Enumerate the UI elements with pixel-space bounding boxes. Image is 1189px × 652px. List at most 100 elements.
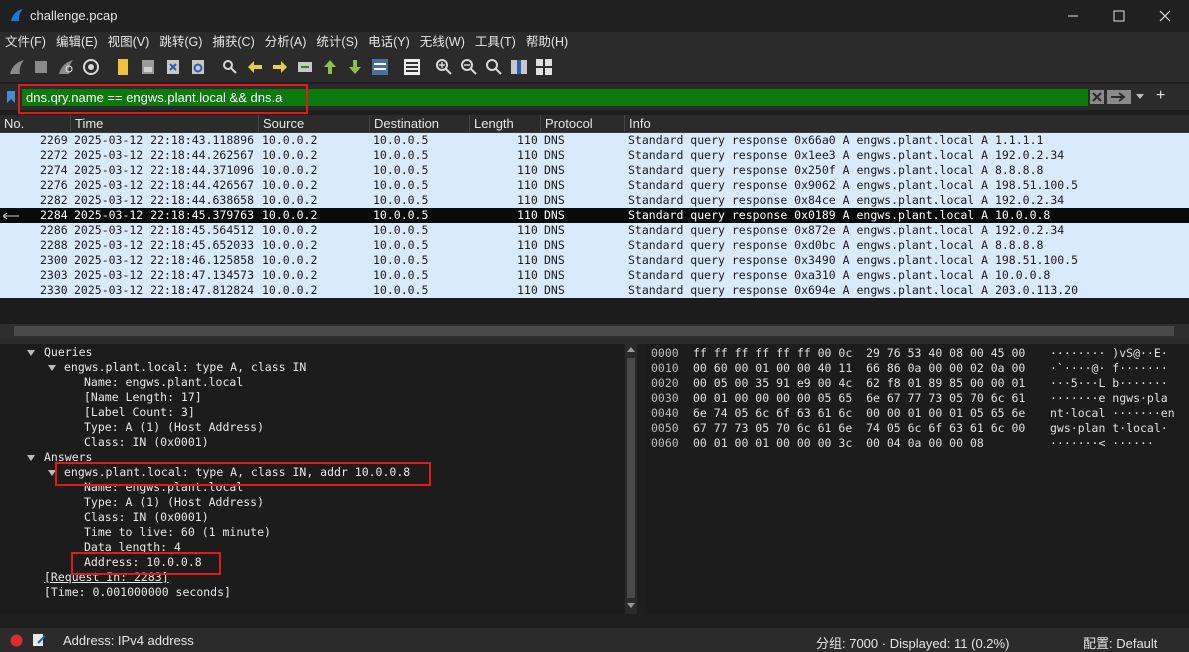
packet-row[interactable]: 2276 2025-03-12 22:18:44.426567 10.0.0.2 10… [0,178,1189,193]
cell-info: Standard query response 0x9062 A engws.p… [628,178,1079,192]
packet-row[interactable]: 2288 2025-03-12 22:18:45.652033 10.0.0.2 10… [0,238,1189,253]
hex-ascii[interactable]: ···5···L b······· [1050,376,1168,390]
start-capture-icon[interactable] [8,58,26,76]
tree-a-type[interactable]: Type: A (1) (Host Address) [84,495,264,509]
save-file-icon[interactable] [139,58,157,76]
colorize-icon[interactable] [403,58,421,76]
zoom-in-icon[interactable] [435,58,453,76]
packet-row[interactable]: 2269 2025-03-12 22:18:43.118896 10.0.0.2 10… [0,133,1189,148]
cell-time: 2025-03-12 22:18:45.652033 [74,238,255,252]
hex-bytes[interactable]: 00 05 00 35 91 e9 00 4c 62 f8 01 89 85 0… [693,376,1025,390]
stop-capture-icon[interactable] [32,58,50,76]
packet-row[interactable]: 2330 2025-03-12 22:18:47.812824 10.0.0.2 10… [0,283,1189,298]
tree-time[interactable]: [Time: 0.001000000 seconds] [44,585,231,599]
col-info[interactable]: Info [624,115,1189,132]
menu-view[interactable]: 视图(V) [103,32,155,52]
close-button[interactable] [1142,0,1188,32]
hex-ascii[interactable]: ········ )vS@··E· [1050,346,1168,360]
scroll-down-icon[interactable] [627,603,635,609]
hex-bytes[interactable]: 00 01 00 00 00 00 05 65 6e 67 77 73 05 7… [693,391,1025,405]
packet-row[interactable]: 2282 2025-03-12 22:18:44.638658 10.0.0.2 10… [0,193,1189,208]
filter-history-dropdown-icon[interactable] [1136,94,1144,100]
hex-ascii[interactable]: nt·local ·······en [1050,406,1175,420]
menu-edit[interactable]: 编辑(E) [51,32,103,52]
collapse-arrow-icon[interactable] [27,350,35,356]
go-back-icon[interactable] [246,58,264,76]
status-profile[interactable]: 配置: Default [1083,633,1157,652]
menu-statistics[interactable]: 统计(S) [311,32,363,52]
hex-bytes[interactable]: 00 60 00 01 00 00 40 11 66 86 0a 00 00 0… [693,361,1025,375]
apply-filter-icon[interactable] [1107,90,1131,104]
scroll-up-icon[interactable] [627,347,635,353]
menu-tools[interactable]: 工具(T) [470,32,521,52]
open-file-icon[interactable] [114,58,132,76]
menu-capture[interactable]: 捕获(C) [207,32,259,52]
packet-row[interactable]: 2300 2025-03-12 22:18:46.125858 10.0.0.2 10… [0,253,1189,268]
col-source[interactable]: Source [258,115,369,132]
tree-q-name[interactable]: Name: engws.plant.local [84,375,243,389]
edit-comment-icon[interactable] [32,633,46,647]
menu-telephony[interactable]: 电话(Y) [363,32,415,52]
packet-row[interactable]: 2274 2025-03-12 22:18:44.371096 10.0.0.2 10… [0,163,1189,178]
collapse-arrow-icon[interactable] [27,455,35,461]
last-packet-icon[interactable] [346,58,364,76]
hex-ascii[interactable]: gws·plan t·local· [1050,421,1168,435]
tree-a-class[interactable]: Class: IN (0x0001) [84,510,209,524]
reload-file-icon[interactable] [189,58,207,76]
tree-a-ttl[interactable]: Time to live: 60 (1 minute) [84,525,271,539]
minimize-button[interactable] [1050,0,1096,32]
maximize-button[interactable] [1096,0,1142,32]
packet-row[interactable]: 2286 2025-03-12 22:18:45.564512 10.0.0.2 10… [0,223,1189,238]
packet-row[interactable]: 2272 2025-03-12 22:18:44.262567 10.0.0.2 10… [0,148,1189,163]
first-packet-icon[interactable] [321,58,339,76]
menu-help[interactable]: 帮助(H) [521,32,573,52]
cell-source: 10.0.0.2 [262,253,318,267]
find-packet-icon[interactable] [221,58,239,76]
tree-q-class[interactable]: Class: IN (0x0001) [84,435,209,449]
hex-bytes[interactable]: 67 77 73 05 70 6c 61 6e 74 05 6c 6f 63 6… [693,421,1025,435]
zoom-normal-icon[interactable] [485,58,503,76]
col-length[interactable]: Length [469,115,540,132]
collapse-arrow-icon[interactable] [48,365,56,371]
menu-wireless[interactable]: 无线(W) [415,32,470,52]
packet-row-selected[interactable]: 2284 2025-03-12 22:18:45.379763 10.0.0.2 10… [0,208,1189,223]
maximize-icon [1113,10,1125,22]
clear-filter-icon[interactable] [1090,90,1104,104]
tree-q-name-length[interactable]: [Name Length: 17] [84,390,202,404]
menu-go[interactable]: 跳转(G) [154,32,207,52]
tree-q-type[interactable]: Type: A (1) (Host Address) [84,420,264,434]
zoom-out-icon[interactable] [460,58,478,76]
menu-file[interactable]: 文件(F) [0,32,51,52]
col-time[interactable]: Time [70,115,258,132]
cell-time: 2025-03-12 22:18:46.125858 [74,253,255,267]
packet-row[interactable]: 2303 2025-03-12 22:18:47.134573 10.0.0.2 10… [0,268,1189,283]
expert-info-icon[interactable] [10,634,23,647]
hex-bytes[interactable]: 6e 74 05 6c 6f 63 61 6c 00 00 01 00 01 0… [693,406,1025,420]
auto-scroll-icon[interactable] [371,58,389,76]
hex-ascii[interactable]: ·······e ngws·pla [1050,391,1168,405]
col-no[interactable]: No. [0,115,70,132]
hex-bytes[interactable]: 00 01 00 01 00 00 00 3c 00 04 0a 00 00 0… [693,436,984,450]
hex-bytes[interactable]: ff ff ff ff ff ff 00 0c 29 76 53 40 08 0… [693,346,1025,360]
go-forward-icon[interactable] [271,58,289,76]
capture-options-icon[interactable] [82,58,100,76]
details-vscrollbar[interactable] [625,344,637,614]
tree-q-label-count[interactable]: [Label Count: 3] [84,405,195,419]
hex-ascii[interactable]: ·`····@· f······· [1050,361,1168,375]
hex-ascii[interactable]: ·······< ······ [1050,436,1154,450]
packet-list-hscrollbar[interactable] [0,324,1189,338]
col-destination[interactable]: Destination [369,115,469,132]
hscroll-thumb[interactable] [14,326,1174,336]
col-protocol[interactable]: Protocol [540,115,624,132]
menu-analyze[interactable]: 分析(A) [260,32,312,52]
close-file-icon[interactable] [164,58,182,76]
go-to-packet-icon[interactable] [296,58,314,76]
vscroll-thumb[interactable] [627,358,635,598]
restart-capture-icon[interactable] [57,58,75,76]
tree-query-entry[interactable]: engws.plant.local: type A, class IN [64,360,306,374]
resize-columns-icon[interactable] [510,58,528,76]
layout-icon[interactable] [535,58,553,76]
tree-queries[interactable]: Queries [44,345,92,359]
bookmark-icon[interactable] [6,90,16,104]
add-filter-button[interactable]: + [1156,87,1165,105]
